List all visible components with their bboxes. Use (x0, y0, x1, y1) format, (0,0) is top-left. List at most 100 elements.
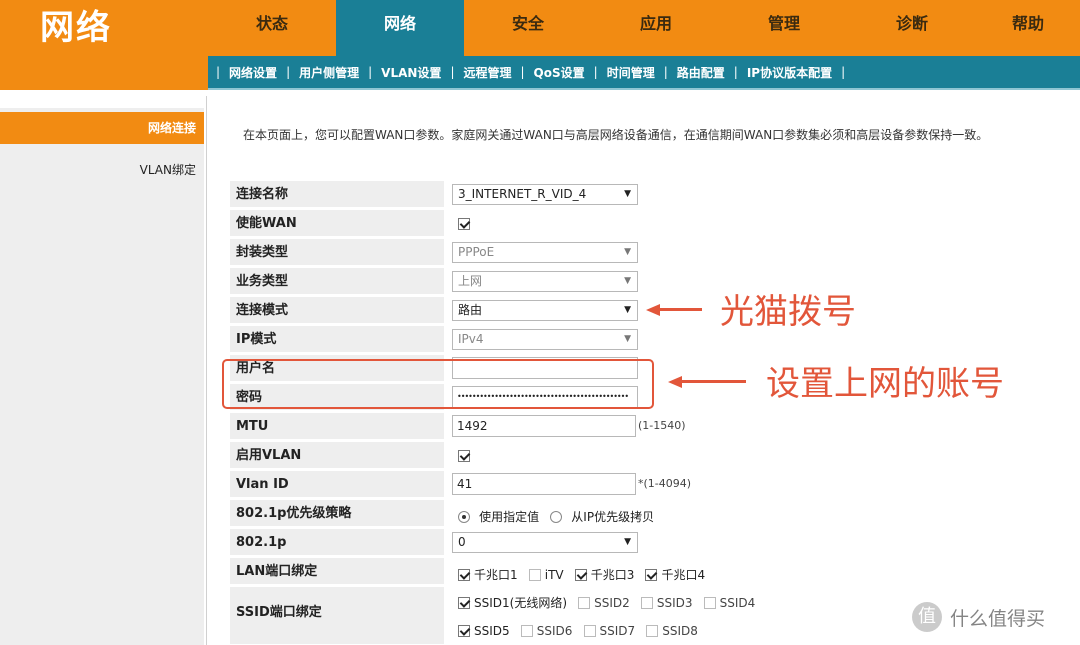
tab-status[interactable]: 状态 (208, 0, 336, 56)
row-lan-binding: LAN端口绑定 千兆口1 iTV 千兆口3 千兆口4 (230, 558, 1080, 586)
row-service-type: 业务类型 上网 ▼ (230, 268, 1080, 296)
tab-security[interactable]: 安全 (464, 0, 592, 56)
itv-port-checkbox[interactable] (528, 568, 541, 581)
ip-mode-select[interactable]: IPv4 ▼ (452, 329, 638, 350)
ssid7-label: SSID7 (599, 623, 636, 638)
row-ip-mode: IP模式 IPv4 ▼ (230, 326, 1080, 354)
chevron-down-icon: ▼ (624, 537, 631, 547)
chevron-down-icon: ▼ (624, 189, 631, 199)
sidebar-item-network-connection[interactable]: 网络连接 (0, 112, 204, 144)
lan-port-3-label: 千兆口3 (590, 568, 635, 582)
ssid2-checkbox[interactable] (578, 596, 591, 609)
p8021-label: 802.1p (230, 529, 444, 556)
connection-mode-select[interactable]: 路由 ▼ (452, 300, 638, 321)
vlan-id-label: Vlan ID (230, 471, 444, 498)
ip-mode-label: IP模式 (230, 326, 444, 353)
subtab-ip-protocol[interactable]: IP协议版本配置 (738, 64, 841, 81)
ssid5-checkbox[interactable] (458, 624, 470, 637)
ssid1-label: SSID1(无线网络) (474, 596, 568, 610)
p8021-select[interactable]: 0 ▼ (452, 532, 638, 553)
tab-network[interactable]: 网络 (336, 0, 464, 56)
row-mtu: MTU 1492 (1-1540) (230, 413, 1080, 441)
subtab-remote-management[interactable]: 远程管理 (454, 64, 520, 81)
lan-port-4-label: 千兆口4 (661, 568, 706, 582)
chevron-down-icon: ▼ (624, 276, 631, 286)
modem-dial-annotation: 光猫拨号 (720, 292, 856, 332)
ssid4-label: SSID4 (719, 595, 756, 610)
row-vlan-id: Vlan ID 41 *(1-4094) (230, 471, 1080, 499)
itv-port-label: iTV (544, 567, 564, 582)
ssid2-label: SSID2 (594, 595, 630, 610)
connection-mode-label: 连接模式 (230, 297, 444, 324)
subtab-qos[interactable]: QoS设置 (525, 64, 594, 81)
tab-management[interactable]: 管理 (720, 0, 848, 56)
watermark-text: 什么值得买 (950, 608, 1046, 630)
ssid6-checkbox[interactable] (520, 624, 533, 637)
ssid8-checkbox[interactable] (646, 624, 659, 637)
set-account-arrow (680, 380, 746, 383)
use-specified-value-radio[interactable] (458, 510, 470, 523)
encap-type-select[interactable]: PPPoE ▼ (452, 242, 638, 263)
copy-from-ip-priority-radio[interactable] (550, 510, 563, 523)
enable-wan-checkbox[interactable] (458, 218, 470, 230)
lan-port-1-label: 千兆口1 (474, 568, 518, 582)
ssid8-label: SSID8 (662, 623, 698, 638)
connection-name-label: 连接名称 (230, 181, 444, 208)
brand-title: 网络 (40, 8, 112, 48)
enable-vlan-label: 启用VLAN (230, 442, 444, 469)
lan-port-4-checkbox[interactable] (645, 568, 658, 581)
row-priority-policy: 802.1p优先级策略 使用指定值 从IP优先级拷贝 (230, 500, 1080, 528)
subtab-user-side[interactable]: 用户侧管理 (290, 64, 368, 81)
lan-port-3-checkbox[interactable] (574, 568, 587, 581)
subtab-routing[interactable]: 路由配置 (668, 64, 734, 81)
sidebar-item-vlan-binding[interactable]: VLAN绑定 (0, 154, 204, 186)
watermark-logo-icon: 值 (912, 602, 942, 632)
service-type-label: 业务类型 (230, 268, 444, 295)
chevron-down-icon: ▼ (624, 247, 631, 257)
row-encap-type: 封装类型 PPPoE ▼ (230, 239, 1080, 267)
tab-diagnostics[interactable]: 诊断 (848, 0, 976, 56)
subtab-vlan-settings[interactable]: VLAN设置 (372, 64, 450, 81)
subtab-network-settings[interactable]: 网络设置 (220, 64, 286, 81)
row-8021p: 802.1p 0 ▼ (230, 529, 1080, 557)
sub-navigation: | 网络设置 | 用户侧管理 | VLAN设置 | 远程管理 | QoS设置 |… (208, 56, 1080, 88)
row-enable-vlan: 启用VLAN (230, 442, 1080, 470)
priority-policy-label: 802.1p优先级策略 (230, 500, 444, 527)
subnav-divider (208, 88, 1080, 90)
lan-binding-label: LAN端口绑定 (230, 558, 444, 585)
vlan-id-input[interactable]: 41 (452, 473, 636, 495)
chevron-down-icon: ▼ (624, 334, 631, 344)
copy-from-ip-priority-label: 从IP优先级拷贝 (571, 510, 655, 524)
ssid1-checkbox[interactable] (458, 596, 470, 609)
ssid6-label: SSID6 (536, 623, 573, 638)
chevron-down-icon: ▼ (624, 305, 631, 315)
modem-dial-arrow (658, 308, 702, 311)
ssid3-checkbox[interactable] (640, 596, 653, 609)
service-type-select[interactable]: 上网 ▼ (452, 271, 638, 292)
lan-port-1-checkbox[interactable] (458, 568, 470, 581)
row-connection-name: 连接名称 3_INTERNET_R_VID_4 ▼ (230, 181, 1080, 209)
ssid5-label: SSID5 (474, 623, 510, 638)
page-description: 在本页面上，您可以配置WAN口参数。家庭网关通过WAN口与高层网络设备通信，在通… (243, 128, 989, 142)
tab-help[interactable]: 帮助 (976, 0, 1080, 56)
use-specified-value-label: 使用指定值 (479, 510, 540, 524)
ssid3-label: SSID3 (656, 595, 693, 610)
tab-application[interactable]: 应用 (592, 0, 720, 56)
enable-wan-label: 使能WAN (230, 210, 444, 237)
enable-vlan-checkbox[interactable] (458, 450, 470, 462)
encap-type-label: 封装类型 (230, 239, 444, 266)
vlan-id-range-hint: *(1-4094) (638, 477, 692, 490)
mtu-range-hint: (1-1540) (638, 419, 686, 432)
account-highlight-box (222, 359, 654, 409)
header-left-block (0, 56, 208, 90)
mtu-label: MTU (230, 413, 444, 440)
ssid-binding-label: SSID端口绑定 (230, 587, 444, 645)
left-sidebar: 网络连接 VLAN绑定 (0, 90, 204, 645)
subtab-time[interactable]: 时间管理 (598, 64, 664, 81)
set-account-annotation: 设置上网的账号 (766, 364, 1004, 404)
ssid7-checkbox[interactable] (583, 624, 596, 637)
ssid4-checkbox[interactable] (703, 596, 716, 609)
row-enable-wan: 使能WAN (230, 210, 1080, 238)
mtu-input[interactable]: 1492 (452, 415, 636, 437)
connection-name-select[interactable]: 3_INTERNET_R_VID_4 ▼ (452, 184, 638, 205)
